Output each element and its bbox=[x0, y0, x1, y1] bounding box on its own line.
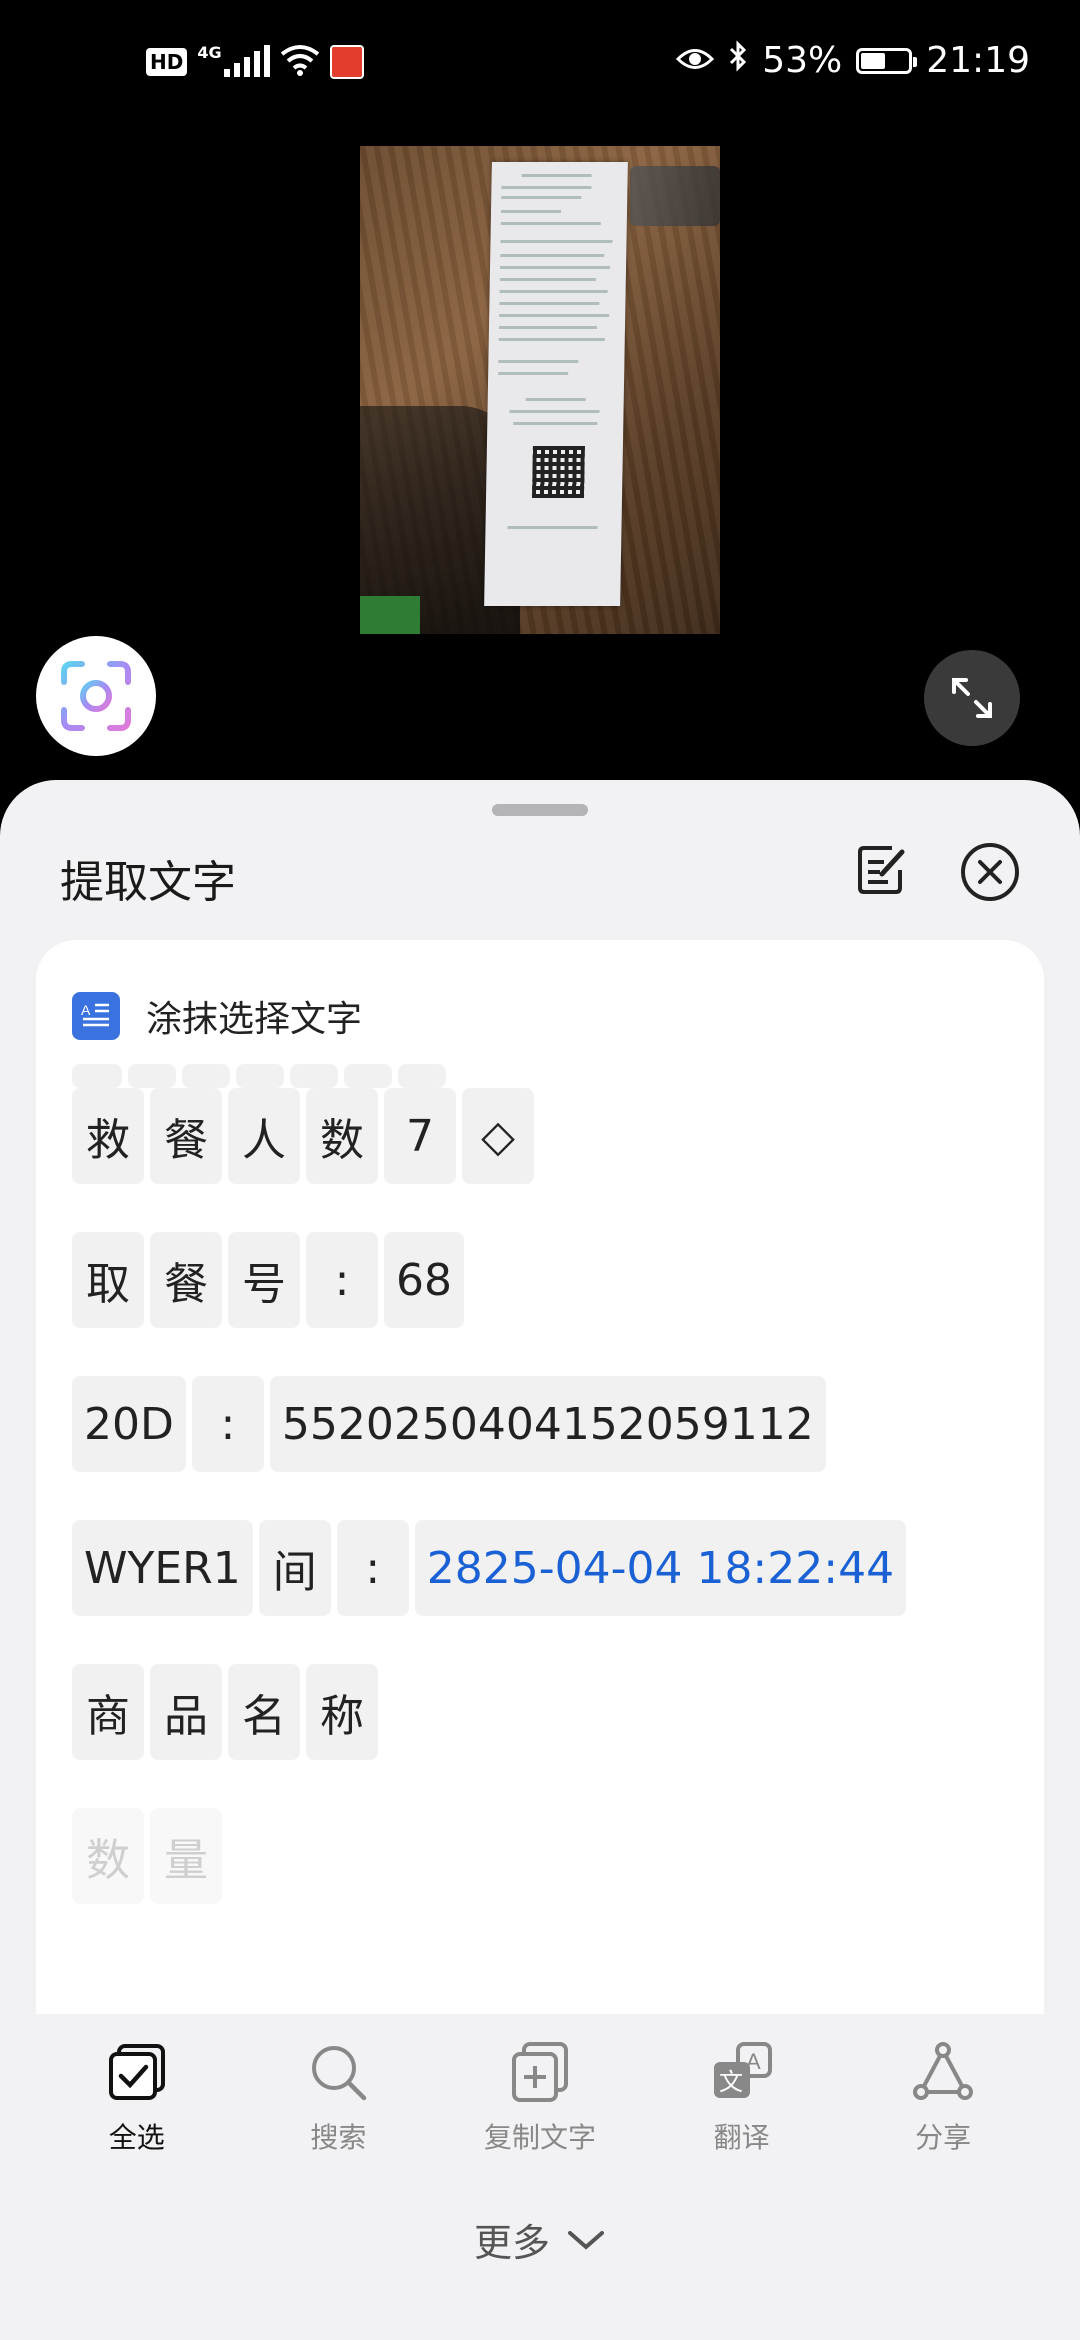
toolbar-select-all-button[interactable]: 全选 bbox=[36, 2014, 238, 2186]
receipt-photo[interactable] bbox=[360, 146, 720, 634]
ocr-row: WYER1 间:2825-04-04 18:22:44 bbox=[72, 1520, 907, 1616]
edit-note-icon bbox=[858, 846, 905, 894]
ocr-token[interactable]: 取 bbox=[72, 1232, 144, 1328]
network-type: 4G bbox=[197, 42, 222, 62]
bluetooth-icon bbox=[728, 40, 748, 81]
battery-fill bbox=[861, 52, 886, 69]
signal-icon bbox=[223, 45, 270, 77]
toolbar-label: 搜索 bbox=[310, 2121, 367, 2154]
close-button[interactable] bbox=[958, 840, 1022, 904]
eye-comfort-icon bbox=[676, 40, 715, 81]
toolbar-label: 全选 bbox=[108, 2121, 165, 2154]
ocr-token[interactable]: 餐 bbox=[150, 1088, 222, 1184]
sheet-title: 提取文字 bbox=[60, 857, 236, 908]
toolbar-share-button[interactable]: 分享 bbox=[842, 2014, 1044, 2186]
action-toolbar: 全选 搜索 复制文字 A 文翻译 分享 bbox=[36, 2014, 1044, 2186]
search-icon bbox=[306, 2040, 370, 2104]
more-label: 更多 bbox=[473, 2221, 550, 2265]
ocr-token[interactable]: 号 bbox=[228, 1232, 300, 1328]
ocr-token[interactable]: 商 bbox=[72, 1664, 144, 1760]
battery-percent: 53% bbox=[762, 40, 843, 81]
status-right: 53% 21:19 bbox=[676, 40, 1030, 81]
share-icon bbox=[911, 2040, 975, 2104]
more-button[interactable]: 更多 bbox=[0, 2212, 1080, 2267]
receipt-paper bbox=[484, 162, 628, 606]
document-icon: A bbox=[72, 992, 120, 1040]
clock: 21:19 bbox=[926, 40, 1030, 81]
toolbar-label: 翻译 bbox=[713, 2121, 770, 2154]
extract-text-sheet: 提取文字 A 涂抹选择文字 救餐人数 7 ◇ 取餐号:68 20D:5520250404… bbox=[0, 780, 1080, 2340]
ocr-token[interactable]: 7 bbox=[384, 1088, 456, 1184]
ocr-row: 20D:5520250404152059112 bbox=[72, 1376, 826, 1472]
ocr-token[interactable]: 数 bbox=[306, 1088, 378, 1184]
smear-select-row[interactable]: A 涂抹选择文字 bbox=[72, 990, 362, 1042]
ocr-token[interactable]: WYER1 bbox=[72, 1520, 253, 1616]
ocr-token[interactable]: 人 bbox=[228, 1088, 300, 1184]
close-icon bbox=[961, 843, 1019, 901]
ocr-token[interactable]: 量 bbox=[150, 1808, 222, 1904]
ocr-row: 数量 bbox=[72, 1808, 222, 1904]
status-bar: HD 4G 53% 21:19 bbox=[0, 0, 1080, 130]
receipt-qr-code bbox=[532, 446, 585, 498]
svg-text:文: 文 bbox=[719, 2068, 743, 2096]
select-all-icon bbox=[105, 2040, 169, 2104]
battery-icon bbox=[856, 47, 918, 74]
copy-text-icon bbox=[508, 2040, 572, 2104]
ocr-token[interactable]: 数 bbox=[72, 1808, 144, 1904]
toolbar-label: 分享 bbox=[915, 2121, 972, 2154]
ocr-token[interactable]: 称 bbox=[306, 1664, 378, 1760]
hd-badge: HD bbox=[146, 48, 188, 76]
drag-handle[interactable] bbox=[492, 804, 588, 816]
ocr-token[interactable]: : bbox=[191, 1376, 264, 1472]
partial-row bbox=[72, 1064, 446, 1088]
ocr-row: 取餐号:68 bbox=[72, 1232, 464, 1328]
chevron-down-icon bbox=[568, 2230, 604, 2250]
ocr-token[interactable]: 68 bbox=[384, 1232, 464, 1328]
ocr-token[interactable]: : bbox=[336, 1520, 409, 1616]
ocr-row: 商品名称 bbox=[72, 1664, 378, 1760]
toolbar-search-button[interactable]: 搜索 bbox=[238, 2014, 440, 2186]
scan-button[interactable] bbox=[36, 636, 156, 756]
ocr-token[interactable]: 间 bbox=[258, 1520, 331, 1616]
camera-scan-icon bbox=[61, 661, 131, 731]
notification-app-icon bbox=[329, 45, 364, 79]
translate-icon: A文 bbox=[710, 2040, 774, 2104]
expand-icon bbox=[952, 678, 992, 718]
smear-select-label: 涂抹选择文字 bbox=[146, 999, 363, 1040]
toolbar-label: 复制文字 bbox=[483, 2121, 596, 2154]
ocr-row: 救餐人数 7 ◇ bbox=[72, 1088, 534, 1184]
ocr-token[interactable]: 品 bbox=[150, 1664, 222, 1760]
ocr-token[interactable]: : bbox=[306, 1232, 378, 1328]
ocr-token[interactable]: ◇ bbox=[462, 1088, 534, 1184]
toolbar-translate-button[interactable]: A 文翻译 bbox=[641, 2014, 843, 2186]
fullscreen-button[interactable] bbox=[924, 650, 1020, 746]
ocr-result-card: A 涂抹选择文字 救餐人数 7 ◇ 取餐号:68 20D:552025040415205… bbox=[36, 940, 1044, 2186]
ocr-token[interactable]: 名 bbox=[228, 1664, 300, 1760]
ocr-token[interactable]: 餐 bbox=[150, 1232, 222, 1328]
wifi-icon bbox=[280, 44, 320, 80]
ocr-token[interactable]: 5520250404152059112 bbox=[269, 1376, 826, 1472]
ocr-token[interactable]: 救 bbox=[72, 1088, 144, 1184]
toolbar-copy-text-button[interactable]: 复制文字 bbox=[439, 2014, 641, 2186]
status-left: HD 4G bbox=[146, 42, 364, 80]
ocr-token[interactable]: 20D bbox=[72, 1376, 186, 1472]
ocr-token-datetime-link[interactable]: 2825-04-04 18:22:44 bbox=[414, 1520, 907, 1616]
svg-text:A: A bbox=[81, 1002, 91, 1018]
edit-button[interactable] bbox=[852, 840, 912, 900]
